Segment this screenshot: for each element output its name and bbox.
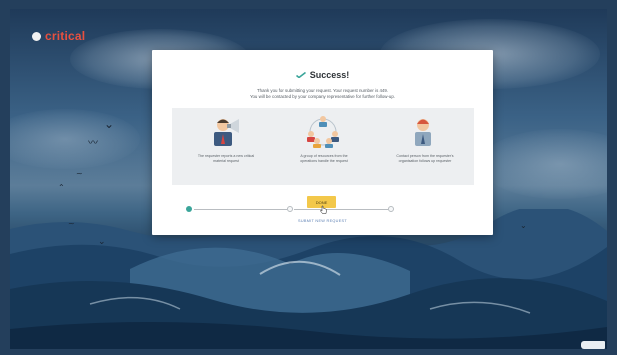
confirmation-message: Thank you for submitting your request. Y… — [152, 88, 493, 100]
seagull-icon: ~ — [76, 169, 83, 178]
step-1-status-dot — [186, 206, 192, 212]
step-1-illustration — [189, 114, 259, 153]
checkmark-icon — [295, 72, 306, 78]
step-3-status-dot — [388, 206, 394, 212]
support-person-icon — [415, 119, 431, 146]
hand-pointer-icon — [581, 341, 605, 349]
step-3-label: Contact person from the requester's orga… — [396, 154, 454, 163]
step-2-illustration — [288, 114, 358, 153]
seagull-icon: ⌄ — [104, 117, 115, 131]
confirmation-line-2: You will be contacted by your company re… — [249, 94, 396, 99]
seagull-icon: 〰 — [88, 138, 98, 149]
logo-dot-icon — [32, 31, 41, 41]
hand-cursor-icon — [320, 201, 327, 219]
step-1-label: The requester reports a new critical mat… — [197, 154, 255, 163]
megaphone-person-icon — [214, 119, 239, 146]
seagull-icon: ~ — [68, 219, 75, 228]
step-3-illustration — [388, 114, 458, 153]
seagull-icon: ⌄ — [98, 237, 106, 247]
timeline-connector — [194, 209, 287, 210]
step-2-label: A group of resources from the operations… — [300, 154, 348, 163]
process-steps-panel: The requester reports a new critical mat… — [172, 108, 474, 212]
brand-logo[interactable]: critical — [32, 29, 85, 43]
submit-new-request-link[interactable]: SUBMIT NEW REQUEST — [152, 219, 493, 223]
seagull-icon: ⌄ — [520, 221, 527, 230]
seagull-icon: ⌃ — [58, 183, 65, 192]
dialog-title-row: Success! — [152, 70, 493, 80]
timeline-connector — [294, 209, 388, 210]
success-dialog: Success! Thank you for submitting your r… — [152, 50, 493, 235]
step-2-status-dot — [287, 206, 293, 212]
dialog-title: Success! — [309, 70, 350, 80]
logo-text: critical — [45, 29, 86, 43]
team-group-icon — [307, 116, 339, 148]
